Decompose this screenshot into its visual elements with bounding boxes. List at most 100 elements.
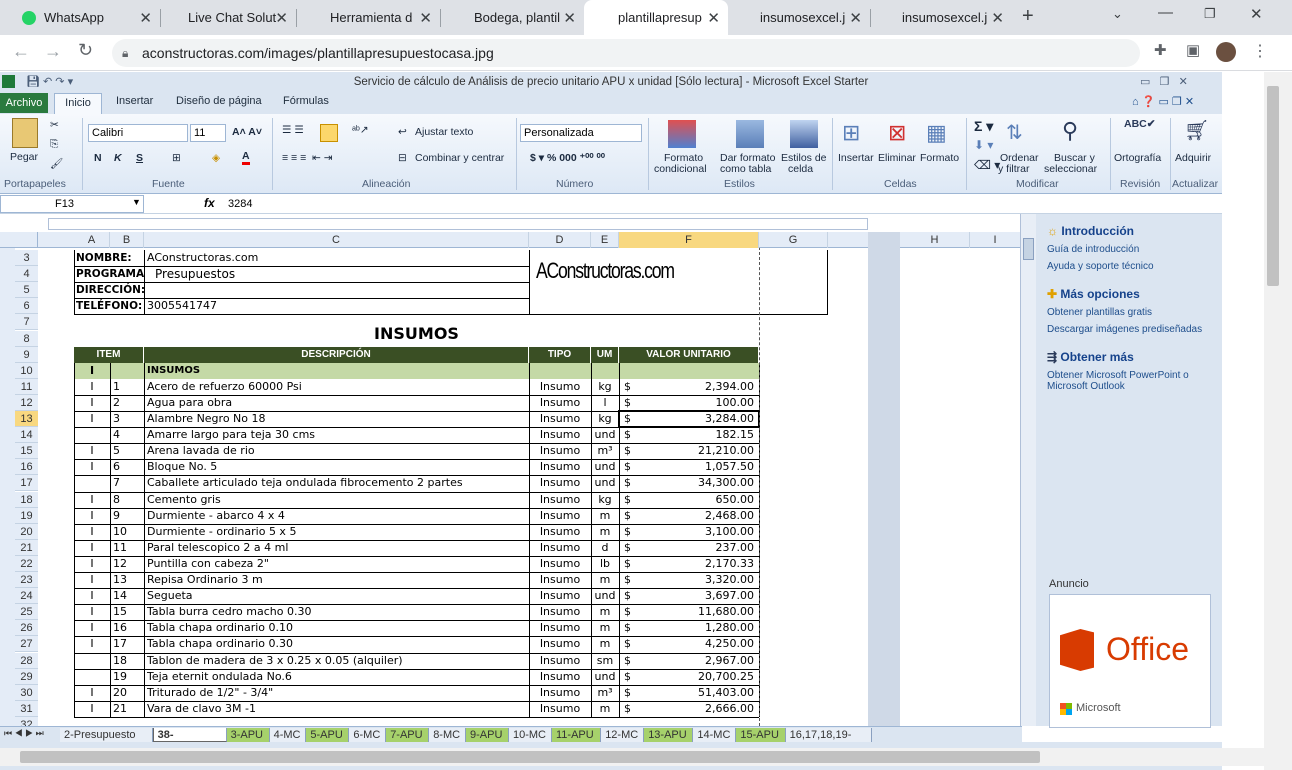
- cell-currency[interactable]: $: [624, 685, 644, 701]
- align-bottom-icon[interactable]: [320, 124, 338, 142]
- browser-tab-whatsapp[interactable]: WhatsApp ✕: [8, 0, 160, 35]
- cell-description[interactable]: Puntilla con cabeza 2": [147, 556, 527, 572]
- window-controls[interactable]: ▭ ❐ ✕: [1140, 72, 1188, 92]
- row-header-27[interactable]: 27: [15, 636, 38, 653]
- cell-um[interactable]: und: [591, 427, 619, 443]
- browser-tab-insumos-2[interactable]: insumosexcel.j ✕: [870, 0, 1012, 35]
- sheet-vertical-scrollbar[interactable]: [1020, 214, 1036, 726]
- tab-search-icon[interactable]: ⌄: [1112, 6, 1123, 22]
- cell-tipo[interactable]: Insumo: [529, 427, 591, 443]
- cut-icon[interactable]: ✂: [50, 119, 59, 131]
- cell-valor[interactable]: 21,210.00: [644, 443, 754, 459]
- col-header-e[interactable]: E: [591, 232, 619, 248]
- row-header-11[interactable]: 11: [15, 378, 38, 395]
- cell-item[interactable]: 7: [113, 475, 143, 491]
- paste-icon[interactable]: [12, 118, 38, 148]
- close-icon[interactable]: ✕: [139, 9, 152, 27]
- cell-a[interactable]: I: [74, 556, 110, 572]
- cell-item[interactable]: 12: [113, 556, 143, 572]
- close-icon[interactable]: ✕: [707, 9, 720, 27]
- sheet-tab[interactable]: 10-MC: [509, 728, 552, 742]
- cell-um[interactable]: m: [591, 701, 619, 717]
- cell-item[interactable]: 1: [113, 379, 143, 395]
- sheet-tab[interactable]: 5-APU: [306, 728, 350, 742]
- cell-item[interactable]: 18: [113, 653, 143, 669]
- format-table-icon[interactable]: [736, 120, 764, 148]
- format-table-button-2[interactable]: como tabla: [720, 163, 771, 175]
- spelling-icon[interactable]: ABC✔: [1124, 118, 1156, 130]
- cell-um[interactable]: sm: [591, 653, 619, 669]
- spelling-button[interactable]: Ortografía: [1114, 152, 1161, 164]
- cell-description[interactable]: Tabla chapa ordinario 0.30: [147, 636, 527, 652]
- cell-item[interactable]: 11: [113, 540, 143, 556]
- cell-a[interactable]: I: [74, 701, 110, 717]
- borders-icon[interactable]: ⊞: [172, 152, 181, 164]
- cell-description[interactable]: Acero de refuerzo 60000 Psi: [147, 379, 527, 395]
- profile-avatar[interactable]: [1216, 42, 1236, 62]
- header-value-1[interactable]: Presupuestos: [147, 266, 527, 282]
- cell-a[interactable]: I: [74, 540, 110, 556]
- row-header-30[interactable]: 30: [15, 684, 38, 701]
- link-get-powerpoint[interactable]: Obtener Microsoft PowerPoint o: [1047, 370, 1189, 381]
- scroll-thumb[interactable]: [1023, 238, 1034, 260]
- cell-currency[interactable]: $: [624, 443, 644, 459]
- cell-item[interactable]: 4: [113, 427, 143, 443]
- sheet-tab[interactable]: 15-APU: [736, 728, 786, 742]
- menu-icon[interactable]: ⋮: [1252, 41, 1268, 61]
- cell-tipo[interactable]: Insumo: [529, 572, 591, 588]
- cell-valor[interactable]: 4,250.00: [644, 636, 754, 652]
- cell-description[interactable]: Segueta: [147, 588, 527, 604]
- browser-vertical-scrollbar[interactable]: [1264, 72, 1292, 770]
- delete-cells-button[interactable]: Eliminar: [878, 152, 916, 164]
- delete-cells-icon[interactable]: ⊠: [888, 120, 906, 146]
- cell-item[interactable]: 5: [113, 443, 143, 459]
- cell-a[interactable]: I: [74, 443, 110, 459]
- cell-um[interactable]: m: [591, 508, 619, 524]
- cell-tipo[interactable]: Insumo: [529, 588, 591, 604]
- cell-um[interactable]: und: [591, 588, 619, 604]
- cell-description[interactable]: Vara de clavo 3M -1: [147, 701, 527, 717]
- cell-valor[interactable]: 1,057.50: [644, 459, 754, 475]
- wrap-text-icon[interactable]: ↩: [398, 126, 407, 138]
- col-header-d[interactable]: D: [529, 232, 591, 248]
- row-header-20[interactable]: 20: [15, 523, 38, 540]
- cell-a[interactable]: I: [74, 524, 110, 540]
- cell-a[interactable]: I: [74, 604, 110, 620]
- find-binoculars-icon[interactable]: ⚲: [1062, 118, 1078, 144]
- cell-description[interactable]: Tablon de madera de 3 x 0.25 x 0.05 (alq…: [147, 653, 527, 669]
- cell-a[interactable]: I: [74, 572, 110, 588]
- cell-item[interactable]: 10: [113, 524, 143, 540]
- cell-currency[interactable]: $: [624, 379, 644, 395]
- cell-valor[interactable]: 51,403.00: [644, 685, 754, 701]
- font-size-select[interactable]: 11: [190, 124, 226, 142]
- merge-icon[interactable]: ⊟: [398, 152, 407, 164]
- cell-valor[interactable]: 2,468.00: [644, 508, 754, 524]
- sheet-tab[interactable]: 16,17,18,19-: [785, 728, 872, 742]
- row-header-5[interactable]: 5: [15, 282, 38, 299]
- fill-color-icon[interactable]: ◈: [212, 152, 220, 164]
- cell-valor[interactable]: 650.00: [644, 492, 755, 508]
- cell-tipo[interactable]: Insumo: [529, 669, 591, 685]
- cell-valor[interactable]: 34,300.00: [644, 475, 754, 491]
- cell-description[interactable]: Tabla burra cedro macho 0.30: [147, 604, 527, 620]
- tab-inicio[interactable]: Inicio: [54, 93, 102, 114]
- browser-tab-insumos-1[interactable]: insumosexcel.j ✕: [728, 0, 870, 35]
- cell-currency[interactable]: $: [624, 669, 644, 685]
- cell-tipo[interactable]: Insumo: [529, 540, 591, 556]
- cell-currency[interactable]: $: [624, 459, 644, 475]
- cell-a[interactable]: I: [74, 508, 110, 524]
- close-icon[interactable]: ✕: [849, 9, 862, 27]
- cell-item[interactable]: 2: [113, 395, 143, 411]
- cell-currency[interactable]: $: [624, 556, 644, 572]
- row-header-12[interactable]: 12: [15, 394, 38, 411]
- copy-icon[interactable]: ⎘: [50, 138, 58, 151]
- cell-tipo[interactable]: Insumo: [529, 636, 591, 652]
- cell-currency[interactable]: $: [624, 701, 644, 717]
- forward-icon[interactable]: →: [44, 41, 62, 62]
- new-tab-button[interactable]: +: [1022, 5, 1034, 28]
- conditional-format-icon[interactable]: [668, 120, 696, 148]
- font-color-icon[interactable]: A: [242, 150, 250, 165]
- cell-currency[interactable]: $: [624, 540, 644, 556]
- col-header-b[interactable]: B: [110, 232, 144, 248]
- cell-a[interactable]: I: [74, 636, 110, 652]
